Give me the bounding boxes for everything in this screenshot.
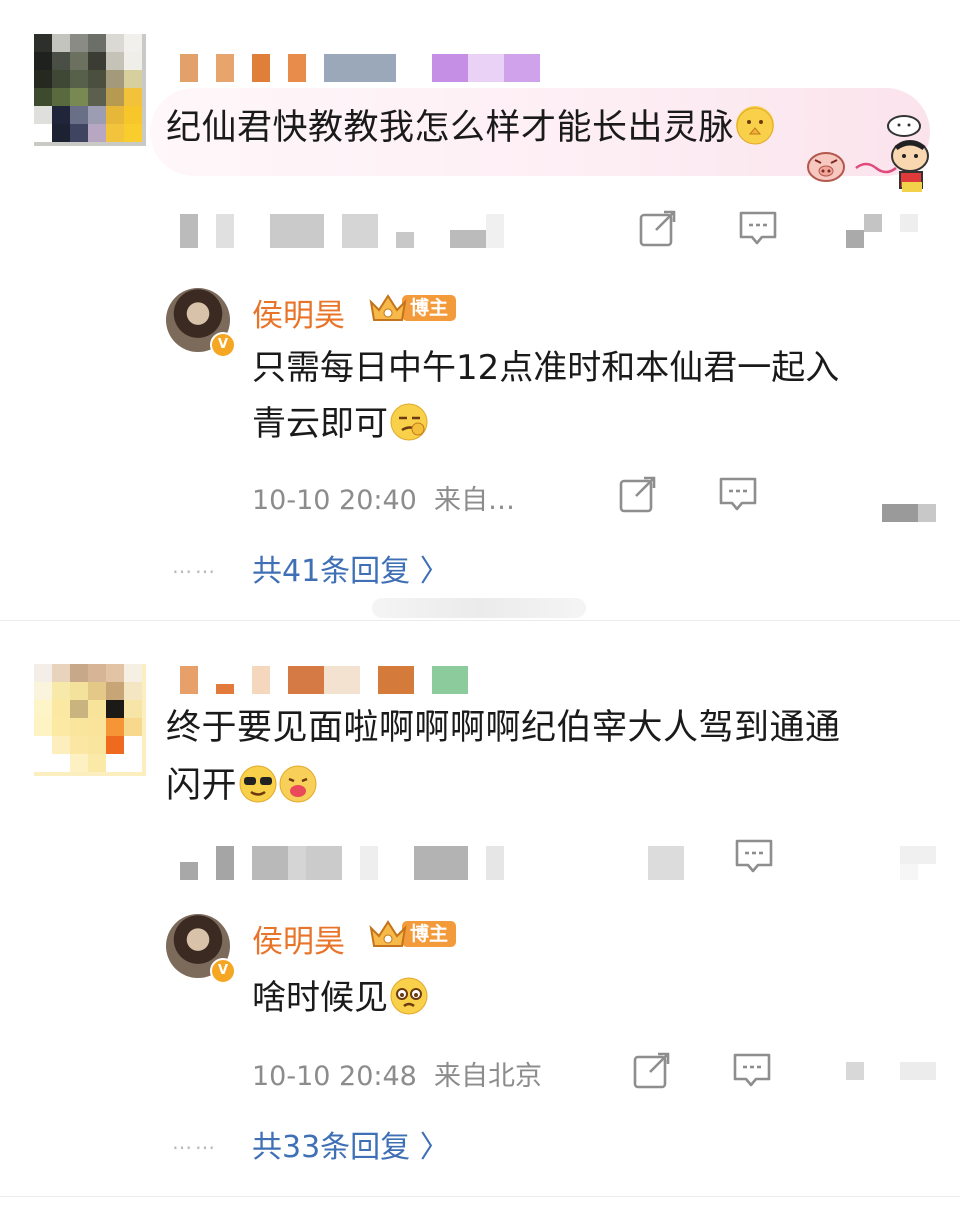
- verified-badge-icon: V: [210, 958, 236, 984]
- like-icon[interactable]: [846, 214, 926, 248]
- blogger-badge: 博主: [368, 918, 457, 950]
- blogger-name[interactable]: 侯明昊: [252, 916, 345, 961]
- verified-badge-icon: V: [210, 332, 236, 358]
- tongue-emoji-icon: [279, 764, 317, 803]
- more-replies-link[interactable]: 共33条回复 〉: [252, 1122, 450, 1166]
- pig-sticker-icon: [806, 150, 846, 182]
- smirk-emoji-icon: [390, 402, 428, 441]
- blogger-avatar[interactable]: V: [166, 914, 236, 984]
- crown-icon: [368, 918, 408, 950]
- user-avatar[interactable]: [34, 664, 146, 776]
- like-icon[interactable]: [900, 846, 936, 880]
- crown-icon: [368, 292, 408, 324]
- reply-text: 啥时候见: [252, 970, 428, 1026]
- tearful-emoji-icon: [390, 976, 428, 1015]
- share-icon[interactable]: [632, 1050, 672, 1090]
- comment-text-line1: 终于要见面啦啊啊啊啊纪伯宰大人驾到通通: [166, 708, 841, 748]
- comment-icon[interactable]: [732, 1050, 772, 1090]
- sunglasses-emoji-icon: [239, 764, 277, 803]
- comment-icon[interactable]: [738, 208, 778, 248]
- divider: [0, 620, 960, 621]
- blogger-badge: 博主: [368, 292, 457, 324]
- comment-icon[interactable]: [718, 474, 758, 514]
- reply-source: 来自北京: [434, 1061, 543, 1092]
- reply-text-line1: 只需每日中午12点准时和本仙君一起入: [252, 348, 840, 388]
- pray-emoji-icon: [736, 106, 775, 145]
- comment-meta-mosaic: [180, 846, 690, 882]
- comment-icon[interactable]: [734, 836, 774, 876]
- like-icon[interactable]: [882, 504, 936, 522]
- comment-text-line2: 闪开: [166, 758, 317, 814]
- badge-label: 博主: [402, 921, 457, 947]
- comment-text: 纪仙君快教教我怎么样才能长出灵脉: [166, 100, 775, 156]
- like-icon[interactable]: [846, 1062, 936, 1080]
- badge-label: 博主: [402, 295, 457, 321]
- dots-decoration: ……: [172, 1130, 218, 1154]
- blogger-avatar[interactable]: V: [166, 288, 236, 358]
- reply-timestamp: 10-10 20:48 来自北京: [252, 1061, 543, 1092]
- dots-decoration: ……: [172, 554, 218, 578]
- share-icon[interactable]: [638, 208, 678, 248]
- username-mosaic[interactable]: [180, 54, 540, 82]
- user-avatar[interactable]: [34, 34, 146, 146]
- reply-timestamp: 10-10 20:40 来自…: [252, 485, 516, 516]
- cartoon-sticker-icon: [852, 112, 936, 192]
- scroll-indicator: [372, 598, 586, 618]
- more-replies-link[interactable]: 共41条回复 〉: [252, 546, 450, 590]
- blogger-name[interactable]: 侯明昊: [252, 290, 345, 335]
- reply-text-line2: 青云即可: [252, 396, 428, 452]
- comment-meta-mosaic: [180, 214, 520, 250]
- divider: [0, 1196, 960, 1197]
- username-mosaic[interactable]: [180, 666, 486, 694]
- share-icon[interactable]: [618, 474, 658, 514]
- reply-source: 来自…: [434, 485, 516, 516]
